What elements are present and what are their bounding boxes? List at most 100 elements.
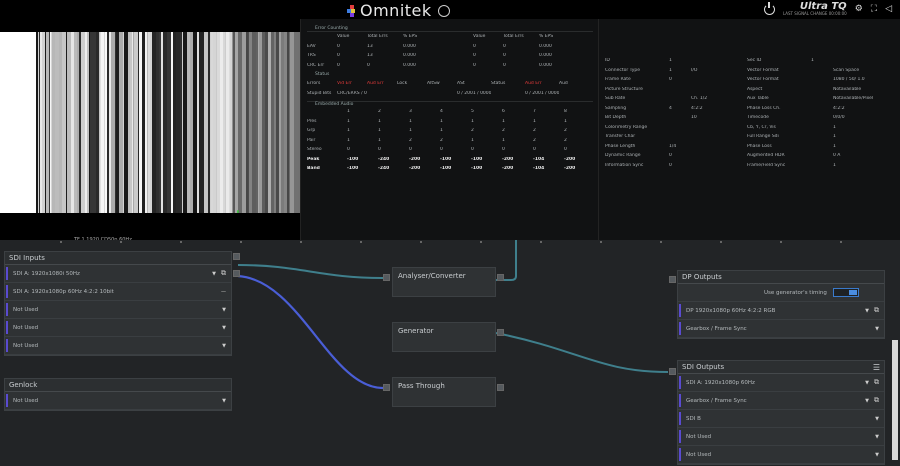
- analyser-title: Analyser/Converter: [398, 272, 466, 280]
- table-row: CRC Err 0 0 0.000 0 0 0.000: [307, 61, 579, 71]
- dropdown-arrow-icon[interactable]: ▼: [875, 434, 879, 440]
- menu-icon[interactable]: ☰: [873, 363, 880, 372]
- node-row[interactable]: Not Used ▼: [5, 392, 231, 410]
- dp-outputs-title: DP Outputs: [678, 271, 884, 284]
- grid-dot: [60, 241, 62, 243]
- analyser-node[interactable]: Analyser/Converter: [392, 267, 496, 297]
- node-row[interactable]: Gearbox / Frame Sync ▼ ⧉: [678, 392, 884, 410]
- dropdown-arrow-icon[interactable]: ▼: [222, 343, 226, 349]
- external-link-icon[interactable]: ⧉: [874, 378, 879, 387]
- generator-out-port[interactable]: [497, 329, 504, 336]
- signal-stats-panel: Error Counting Value Total Errs% EPS Value…: [300, 19, 598, 240]
- dropdown-arrow-icon[interactable]: ▼: [222, 398, 226, 404]
- dropdown-arrow-icon[interactable]: ▼: [212, 271, 216, 277]
- passthrough-in-port[interactable]: [383, 384, 390, 391]
- table-cell: 13: [367, 53, 373, 59]
- dropdown-arrow-icon[interactable]: ▼: [875, 326, 879, 332]
- table-cell: 2: [471, 128, 474, 134]
- video-preview[interactable]: ✛: [0, 32, 300, 213]
- table-row: ID 1 Sec ID 1: [605, 56, 893, 66]
- node-row[interactable]: Not Used ▼: [5, 319, 231, 337]
- sdi-outputs-node[interactable]: SDI Outputs ☰ SDI A: 1920x1080p 60Hz ▼ ⧉ Ge…: [677, 360, 885, 465]
- dropdown-arrow-icon[interactable]: ▼: [865, 308, 869, 314]
- node-row[interactable]: Not Used ▼: [5, 301, 231, 319]
- table-cell: Full Range Sdi: [747, 134, 779, 140]
- table-cell: Transfer Char: [605, 134, 636, 140]
- table-cell: Aud Err: [367, 81, 384, 87]
- dp-in-port[interactable]: [669, 276, 676, 283]
- table-row: Colorimetry Range Cb, Y, Cr, Vis 1: [605, 123, 893, 133]
- table-cell: 3: [409, 109, 412, 115]
- dp-outputs-node[interactable]: DP Outputs Use generator's timing DP 192…: [677, 270, 885, 339]
- table-row: Sub Rate Ch. 1/2 Aux Table Notavailable/Pix…: [605, 94, 893, 104]
- external-link-icon[interactable]: ⧉: [874, 306, 879, 315]
- passthrough-node[interactable]: Pass Through: [392, 377, 496, 407]
- table-cell: 0: [669, 77, 672, 83]
- node-row[interactable]: Gearbox / Frame Sync ▼: [678, 320, 884, 338]
- table-cell: 0: [473, 62, 476, 68]
- table-cell: 1: [409, 118, 412, 124]
- table-row: 1 2 3 4 5 6 7 8: [307, 107, 595, 117]
- settings-icon[interactable]: ⚙: [855, 4, 863, 14]
- table-cell: 4: [440, 109, 443, 115]
- analyser-out-port[interactable]: [497, 274, 504, 281]
- table-cell: 0: [347, 147, 350, 153]
- power-icon[interactable]: [763, 1, 775, 15]
- grid-dot: [780, 241, 782, 243]
- dropdown-arrow-icon[interactable]: —: [221, 289, 226, 295]
- table-cell: 0: [337, 43, 340, 49]
- sdi-in-port-1[interactable]: [233, 253, 240, 260]
- passthrough-out-port[interactable]: [497, 384, 504, 391]
- external-link-icon[interactable]: ⧉: [221, 269, 226, 278]
- fullscreen-icon[interactable]: ⛶: [871, 4, 877, 14]
- genlock-node[interactable]: Genlock Not Used ▼: [4, 378, 232, 411]
- routing-graph[interactable]: SDI Inputs SDI A: 1920x1080i 50Hz ▼ ⧉ SDI A…: [0, 240, 900, 466]
- app-header: Omnitek Ultra TQ LAST SIGNAL CHANGE 00:0…: [0, 0, 900, 20]
- grid-dot: [120, 241, 122, 243]
- table-cell: 0: [367, 62, 370, 68]
- dropdown-arrow-icon[interactable]: ▼: [875, 452, 879, 458]
- dropdown-arrow-icon[interactable]: ▼: [865, 398, 869, 404]
- node-row[interactable]: Not Used ▼: [5, 337, 231, 355]
- dp-timing-toggle[interactable]: [832, 288, 859, 297]
- table-cell: 0.000: [539, 62, 552, 68]
- graph-scrollbar[interactable]: [892, 340, 898, 460]
- table-cell: 0: [503, 43, 506, 49]
- table-cell: 0: [533, 147, 536, 153]
- status-table: Errors Vid Err Aud Err Lock AltSw ASt Status Au…: [307, 79, 589, 98]
- dropdown-arrow-icon[interactable]: ▼: [875, 416, 879, 422]
- node-row[interactable]: Not Used ▼: [678, 428, 884, 446]
- node-row[interactable]: SDI B ▼: [678, 410, 884, 428]
- node-row[interactable]: DP 1920x1080p 60Hz 4:2:2 RGB ▼ ⧉: [678, 302, 884, 320]
- table-cell: 1: [471, 118, 474, 124]
- table-row: Stupid Bits CRC/ERRS / 0 / 0 0 / 2001 / 00…: [307, 89, 589, 99]
- external-link-icon[interactable]: ⧉: [874, 396, 879, 405]
- node-row[interactable]: SDI A: 1920x1080p 60Hz ▼ ⧉: [678, 374, 884, 392]
- video-frame-bottom: [0, 213, 300, 230]
- table-cell: 7: [533, 109, 536, 115]
- table-cell: -104: [533, 166, 545, 172]
- dropdown-arrow-icon[interactable]: ▼: [865, 380, 869, 386]
- dropdown-arrow-icon[interactable]: ▼: [222, 307, 226, 313]
- table-cell: 0.000: [403, 53, 416, 59]
- generator-node[interactable]: Generator: [392, 322, 496, 352]
- table-cell: Phase Length: [605, 143, 636, 149]
- table-cell: 0.000: [403, 62, 416, 68]
- analyser-in-port[interactable]: [383, 274, 390, 281]
- table-cell: Sub Rate: [605, 96, 626, 102]
- node-row[interactable]: SDI A: 1920x1080i 50Hz ▼ ⧉: [5, 265, 231, 283]
- volume-icon[interactable]: ◁: [885, 4, 892, 14]
- table-cell: 2: [378, 109, 381, 115]
- sdi-inputs-node[interactable]: SDI Inputs SDI A: 1920x1080i 50Hz ▼ ⧉ SDI A…: [4, 251, 232, 356]
- node-row[interactable]: Not Used ▼: [678, 446, 884, 464]
- sdi-out-in-port[interactable]: [669, 368, 676, 375]
- table-cell: 0: [337, 53, 340, 59]
- table-cell: 0: [502, 147, 505, 153]
- table-cell: Aux Table: [747, 96, 769, 102]
- table-cell: -100: [440, 166, 452, 172]
- table-cell: 2: [533, 137, 536, 143]
- table-cell: Pair: [307, 137, 316, 143]
- dropdown-arrow-icon[interactable]: ▼: [222, 325, 226, 331]
- node-row[interactable]: SDI A: 1920x1080p 60Hz 4:2:2 10bit —: [5, 283, 231, 301]
- sdi-in-port-2[interactable]: [233, 270, 240, 277]
